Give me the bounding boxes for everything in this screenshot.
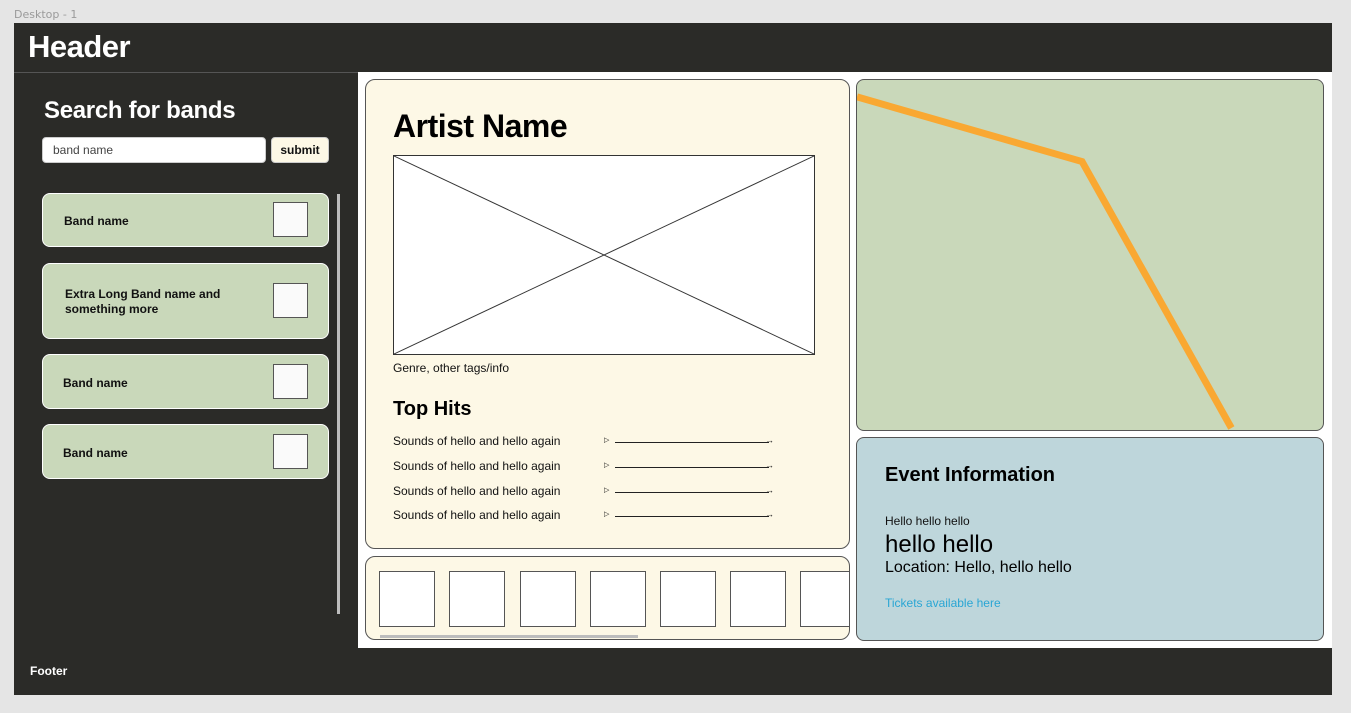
gallery-thumbnail[interactable]	[660, 571, 716, 627]
gallery-thumbnail[interactable]	[520, 571, 576, 627]
play-icon[interactable]: ▷	[604, 510, 609, 518]
band-thumbnail	[273, 434, 308, 469]
band-list-item[interactable]: Band name	[42, 193, 329, 247]
artist-image-placeholder	[393, 155, 815, 355]
arrow-right-icon: →	[765, 435, 774, 445]
track-progress-bar[interactable]	[615, 442, 769, 443]
arrow-right-icon: →	[765, 460, 774, 470]
map-panel[interactable]	[856, 79, 1324, 431]
top-hit-row[interactable]: Sounds of hello and hello again ▷ →	[393, 508, 774, 524]
hit-title: Sounds of hello and hello again	[393, 484, 561, 498]
header-title: Header	[28, 29, 131, 64]
top-hit-row[interactable]: Sounds of hello and hello again ▷ →	[393, 434, 774, 450]
sidebar: Search for bands submit Band name Extra …	[14, 72, 358, 648]
track-progress-bar[interactable]	[615, 492, 769, 493]
top-hit-row[interactable]: Sounds of hello and hello again ▷ →	[393, 484, 774, 500]
play-icon[interactable]: ▷	[604, 461, 609, 469]
hit-title: Sounds of hello and hello again	[393, 459, 561, 473]
event-detail-small: Hello hello hello	[885, 514, 970, 528]
arrow-right-icon: →	[765, 509, 774, 519]
track-progress-bar[interactable]	[615, 467, 769, 468]
desktop-frame: Header Search for bands submit Band name…	[14, 23, 1332, 695]
gallery-thumbnail[interactable]	[379, 571, 435, 627]
band-list-item[interactable]: Band name	[42, 424, 329, 479]
gallery-thumbnail[interactable]	[800, 571, 849, 627]
event-title: Event Information	[885, 464, 1056, 486]
band-name-label: Band name	[63, 376, 128, 390]
band-name-label: Band name	[64, 214, 129, 228]
image-gallery	[365, 556, 850, 640]
band-list-item[interactable]: Band name	[42, 354, 329, 409]
gallery-thumbnail[interactable]	[730, 571, 786, 627]
footer: Footer	[14, 648, 1332, 695]
artist-card: Artist Name Genre, other tags/info Top H…	[365, 79, 850, 549]
top-hit-row[interactable]: Sounds of hello and hello again ▷ →	[393, 459, 774, 475]
sidebar-title: Search for bands	[44, 97, 236, 124]
band-thumbnail	[273, 202, 308, 237]
route-line	[857, 93, 1235, 430]
play-icon[interactable]: ▷	[604, 486, 609, 494]
artist-name: Artist Name	[393, 108, 568, 144]
track-progress-bar[interactable]	[615, 516, 769, 517]
gallery-scrollbar[interactable]	[380, 635, 638, 638]
band-thumbnail	[273, 283, 308, 318]
hit-title: Sounds of hello and hello again	[393, 434, 561, 448]
submit-button[interactable]: submit	[271, 137, 329, 163]
frame-label: Desktop - 1	[14, 8, 78, 21]
event-location: Location: Hello, hello hello	[885, 559, 1072, 576]
footer-text: Footer	[30, 664, 68, 678]
top-hits-title: Top Hits	[393, 398, 472, 420]
arrow-right-icon: →	[765, 485, 774, 495]
header: Header	[14, 23, 1332, 72]
gallery-thumbnail[interactable]	[449, 571, 505, 627]
band-name-label: Extra Long Band name and something more	[65, 287, 221, 316]
event-card: Event Information Hello hello hello hell…	[856, 437, 1324, 641]
band-name-label: Band name	[63, 446, 128, 460]
band-search-input[interactable]	[42, 137, 266, 163]
play-icon[interactable]: ▷	[604, 436, 609, 444]
hit-title: Sounds of hello and hello again	[393, 508, 561, 522]
event-detail-large: hello hello	[885, 531, 994, 558]
band-thumbnail	[273, 364, 308, 399]
band-list-scrollbar[interactable]	[337, 194, 340, 614]
band-list-item[interactable]: Extra Long Band name and something more	[42, 263, 329, 339]
artist-genre: Genre, other tags/info	[393, 361, 510, 375]
tickets-link[interactable]: Tickets available here	[885, 596, 1001, 610]
gallery-thumbnail[interactable]	[590, 571, 646, 627]
